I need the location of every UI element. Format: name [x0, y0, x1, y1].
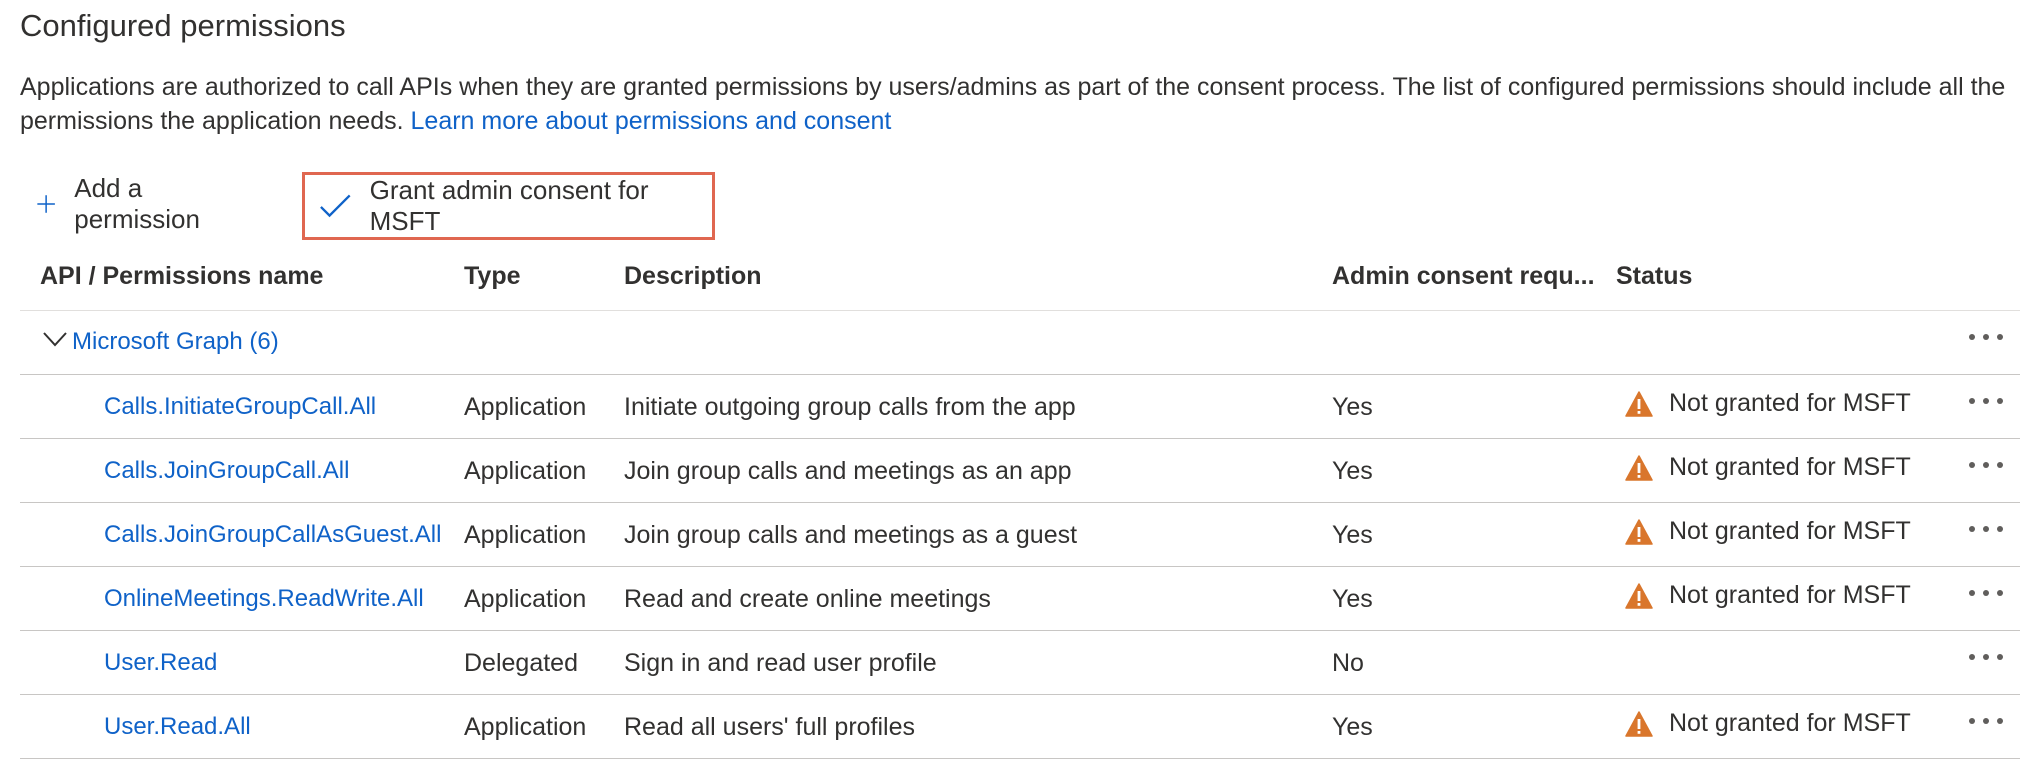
warning-icon	[1625, 582, 1653, 609]
grant-admin-consent-button[interactable]: Grant admin consent for MSFT	[302, 172, 715, 240]
column-header-description[interactable]: Description	[624, 262, 762, 291]
permission-type: Application	[464, 457, 587, 485]
permission-description: Read all users' full profiles	[624, 713, 916, 741]
status-cell: Not granted for MSFT	[1625, 453, 1911, 482]
permission-type: Application	[464, 393, 587, 421]
permission-name-link[interactable]: Calls.JoinGroupCall.All	[104, 457, 349, 485]
more-options-icon[interactable]	[1968, 653, 2004, 661]
table-header: API / Permissions name Type Description …	[20, 254, 2020, 311]
page-title: Configured permissions	[20, 8, 346, 43]
permission-description: Join group calls and meetings as a guest	[624, 521, 1078, 549]
status-text: Not granted for MSFT	[1669, 453, 1911, 481]
more-options-icon[interactable]	[1968, 333, 2004, 341]
admin-consent-required: Yes	[1332, 393, 1373, 421]
permission-type: Application	[464, 713, 587, 741]
more-options-icon[interactable]	[1968, 461, 2004, 469]
table-row: Calls.JoinGroupCallAsGuest.All Applicatio…	[20, 503, 2020, 567]
table-row: User.Read.All Application Read all users' …	[20, 695, 2020, 759]
column-header-status[interactable]: Status	[1616, 262, 1692, 291]
column-header-name[interactable]: API / Permissions name	[40, 262, 323, 291]
admin-consent-required: No	[1332, 649, 1364, 677]
permission-name-link[interactable]: OnlineMeetings.ReadWrite.All	[104, 585, 424, 613]
status-text: Not granted for MSFT	[1669, 581, 1911, 609]
admin-consent-required: Yes	[1332, 713, 1373, 741]
learn-more-link[interactable]: Learn more about permissions and consent	[411, 107, 892, 135]
status-cell: Not granted for MSFT	[1625, 517, 1911, 546]
table-row: Calls.InitiateGroupCall.All Application In…	[20, 375, 2020, 439]
status-text: Not granted for MSFT	[1669, 517, 1911, 545]
admin-consent-required: Yes	[1332, 457, 1373, 485]
column-header-admin-consent[interactable]: Admin consent requ...	[1332, 262, 1595, 291]
permission-name-link[interactable]: Calls.InitiateGroupCall.All	[104, 393, 376, 421]
status-cell: Not granted for MSFT	[1625, 389, 1911, 418]
warning-icon	[1625, 390, 1653, 417]
checkmark-icon	[320, 194, 351, 218]
add-permission-label: Add a permission	[74, 173, 200, 234]
permission-description: Initiate outgoing group calls from the a…	[624, 393, 1076, 421]
grant-admin-consent-label: Grant admin consent for MSFT	[369, 175, 649, 236]
permission-description: Sign in and read user profile	[624, 649, 937, 677]
status-text: Not granted for MSFT	[1669, 389, 1911, 417]
more-options-icon[interactable]	[1968, 397, 2004, 405]
column-header-type[interactable]: Type	[464, 262, 521, 291]
permission-type: Application	[464, 585, 587, 613]
permission-description: Read and create online meetings	[624, 585, 991, 613]
permission-name-link[interactable]: User.Read.All	[104, 713, 251, 741]
table-row: Calls.JoinGroupCall.All Application Join g…	[20, 439, 2020, 503]
warning-icon	[1625, 454, 1653, 481]
status-text: Not granted for MSFT	[1669, 709, 1911, 737]
table-row: OnlineMeetings.ReadWrite.All Application R…	[20, 567, 2020, 631]
more-options-icon[interactable]	[1968, 717, 2004, 725]
permission-type: Application	[464, 521, 587, 549]
permission-description: Join group calls and meetings as an app	[624, 457, 1072, 485]
group-label[interactable]: Microsoft Graph (6)	[72, 328, 279, 356]
page-description: Applications are authorized to call APIs…	[20, 70, 2020, 138]
more-options-icon[interactable]	[1968, 525, 2004, 533]
plus-icon	[37, 195, 55, 213]
status-cell: Not granted for MSFT	[1625, 581, 1911, 610]
permission-type: Delegated	[464, 649, 578, 677]
admin-consent-required: Yes	[1332, 585, 1373, 613]
group-row-microsoft-graph: Microsoft Graph (6)	[20, 311, 2020, 375]
description-text: Applications are authorized to call APIs…	[20, 73, 2006, 135]
table-row: User.Read Delegated Sign in and read user …	[20, 631, 2020, 695]
permission-name-link[interactable]: Calls.JoinGroupCallAsGuest.All	[104, 521, 441, 549]
add-permission-button[interactable]: Add a permission	[36, 172, 210, 236]
warning-icon	[1625, 518, 1653, 545]
admin-consent-required: Yes	[1332, 521, 1373, 549]
status-cell: Not granted for MSFT	[1625, 709, 1911, 738]
warning-icon	[1625, 710, 1653, 737]
chevron-down-icon[interactable]	[42, 331, 68, 347]
permission-name-link[interactable]: User.Read	[104, 649, 217, 677]
more-options-icon[interactable]	[1968, 589, 2004, 597]
